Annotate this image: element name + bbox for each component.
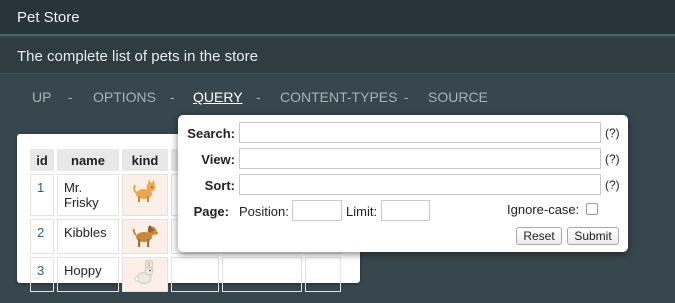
query-popover: Search: (?) View: (?) Sort: (?) Page: Po… bbox=[178, 115, 628, 252]
cat-icon bbox=[133, 179, 156, 202]
submit-button[interactable]: Submit bbox=[567, 227, 619, 245]
nav-separator: - bbox=[68, 89, 73, 105]
pet-name: Kibbles bbox=[57, 219, 119, 254]
top-bar: Pet Store bbox=[0, 0, 675, 36]
ignore-case-checkbox[interactable] bbox=[586, 203, 598, 215]
ignore-case-label: Ignore-case: bbox=[507, 202, 580, 217]
view-label: View: bbox=[201, 152, 235, 167]
column-header-name[interactable]: name bbox=[57, 149, 119, 171]
rabbit-icon bbox=[134, 260, 154, 284]
nav-separator: - bbox=[256, 89, 261, 105]
search-input[interactable] bbox=[239, 122, 601, 143]
nav-separator: - bbox=[170, 89, 175, 105]
empty-cell bbox=[305, 257, 341, 292]
subtitle-bar: The complete list of pets in the store bbox=[0, 38, 675, 74]
dog-icon bbox=[132, 225, 158, 247]
search-help-link[interactable]: (?) bbox=[605, 126, 620, 140]
position-input[interactable] bbox=[292, 200, 342, 221]
pet-id-link[interactable]: 2 bbox=[30, 219, 54, 254]
sort-help-link[interactable]: (?) bbox=[605, 178, 620, 192]
column-header-kind[interactable]: kind bbox=[122, 149, 168, 171]
pet-name: Mr. Frisky bbox=[57, 174, 119, 216]
nav-item-options[interactable]: OPTIONS bbox=[93, 89, 156, 105]
empty-cell bbox=[171, 257, 219, 292]
search-label: Search: bbox=[187, 126, 235, 141]
page-subtitle: The complete list of pets in the store bbox=[17, 48, 258, 65]
empty-cell bbox=[222, 257, 302, 292]
sort-label: Sort: bbox=[204, 178, 235, 193]
limit-input[interactable] bbox=[381, 200, 430, 221]
limit-label: Limit: bbox=[346, 204, 378, 219]
view-help-link[interactable]: (?) bbox=[605, 152, 620, 166]
pet-kind-cell bbox=[122, 174, 168, 216]
position-label: Position: bbox=[239, 204, 289, 219]
pet-id-link[interactable]: 1 bbox=[30, 174, 54, 216]
reset-button[interactable]: Reset bbox=[516, 227, 562, 245]
nav-item-content-types[interactable]: CONTENT-TYPES bbox=[280, 89, 397, 105]
pet-name: Hoppy bbox=[57, 257, 119, 292]
app-title: Pet Store bbox=[17, 9, 80, 26]
nav-item-up[interactable]: UP bbox=[32, 89, 51, 105]
pet-kind-cell bbox=[122, 257, 168, 292]
pet-kind-cell bbox=[122, 219, 168, 254]
page-label: Page: bbox=[193, 204, 229, 219]
nav-item-source[interactable]: SOURCE bbox=[428, 89, 488, 105]
view-input[interactable] bbox=[239, 148, 601, 169]
nav-separator: - bbox=[404, 89, 409, 105]
pet-id-link[interactable]: 3 bbox=[30, 257, 54, 292]
sort-input[interactable] bbox=[239, 174, 601, 195]
table-row: 3 Hoppy bbox=[30, 257, 341, 292]
column-header-id[interactable]: id bbox=[30, 149, 54, 171]
nav-item-query[interactable]: QUERY bbox=[193, 89, 243, 105]
